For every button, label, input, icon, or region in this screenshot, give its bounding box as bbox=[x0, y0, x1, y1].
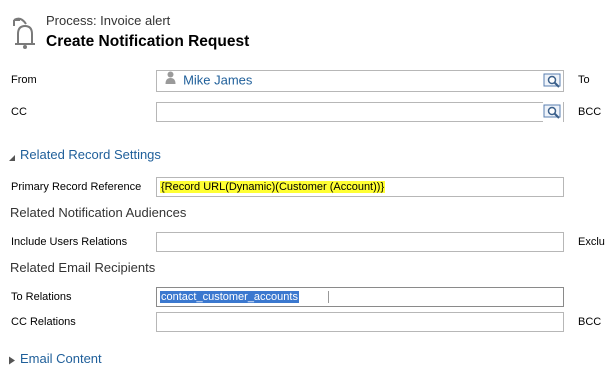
cc-field[interactable] bbox=[156, 102, 564, 122]
section-email-content[interactable]: Email Content bbox=[20, 351, 102, 366]
section-related-record-settings[interactable]: Related Record Settings bbox=[20, 147, 161, 162]
page-title: Create Notification Request bbox=[46, 33, 250, 50]
bcc-relations-label: BCC R bbox=[578, 316, 605, 328]
include-users-relations-label: Include Users Relations bbox=[11, 236, 128, 248]
to-relations-label: To Relations bbox=[11, 291, 72, 303]
to-relations-value: contact_customer_accounts bbox=[160, 291, 299, 303]
heading-related-notification-audiences: Related Notification Audiences bbox=[10, 205, 187, 220]
exclude-users-relations-label: Exclu bbox=[578, 236, 605, 248]
cc-label: CC bbox=[11, 106, 27, 118]
from-lookup-button[interactable] bbox=[543, 71, 563, 91]
cc-lookup-button[interactable] bbox=[543, 102, 563, 122]
primary-record-reference-value: {Record URL(Dynamic)(Customer (Account))… bbox=[160, 181, 386, 193]
process-label: Process: Invoice alert bbox=[46, 13, 171, 28]
primary-record-reference-label: Primary Record Reference bbox=[11, 181, 142, 193]
to-relations-field[interactable]: contact_customer_accounts bbox=[156, 287, 564, 307]
cc-relations-field[interactable] bbox=[156, 312, 564, 332]
from-label: From bbox=[11, 74, 37, 86]
cc-relations-label: CC Relations bbox=[11, 316, 76, 328]
lookup-search-icon bbox=[543, 104, 561, 119]
lookup-search-icon bbox=[543, 73, 561, 88]
from-value[interactable]: Mike James bbox=[183, 73, 252, 88]
include-users-relations-field[interactable] bbox=[156, 232, 564, 252]
from-field[interactable]: Mike James bbox=[156, 70, 564, 92]
process-bell-icon bbox=[8, 14, 38, 50]
to-label: To bbox=[578, 74, 590, 86]
caret-down-icon[interactable] bbox=[8, 149, 16, 167]
caret-right-icon[interactable] bbox=[8, 352, 16, 370]
primary-record-reference-field[interactable]: {Record URL(Dynamic)(Customer (Account))… bbox=[156, 177, 564, 197]
person-icon bbox=[165, 71, 176, 90]
heading-related-email-recipients: Related Email Recipients bbox=[10, 260, 156, 275]
text-cursor bbox=[328, 291, 330, 304]
bcc-label: BCC bbox=[578, 106, 602, 118]
